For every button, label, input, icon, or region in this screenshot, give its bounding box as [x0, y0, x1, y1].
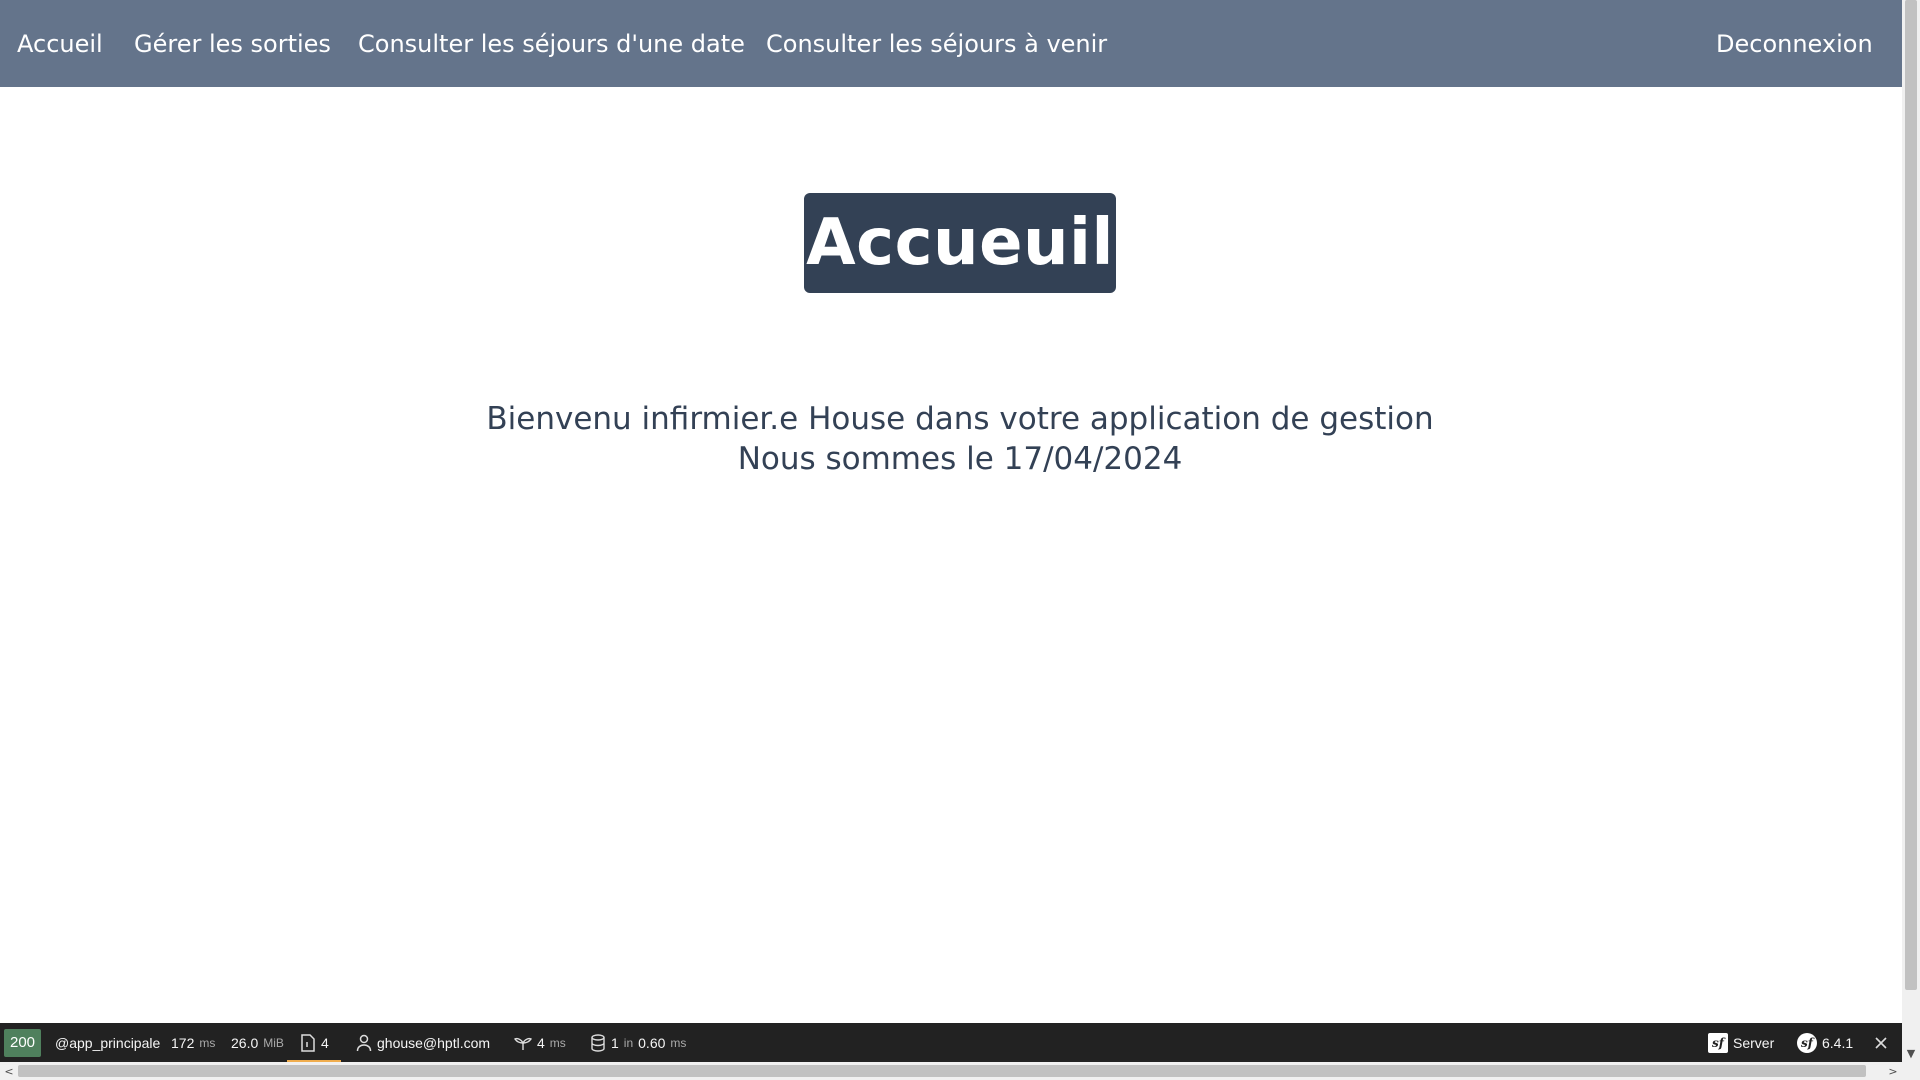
database-icon	[590, 1033, 606, 1052]
top-navbar: Accueil Gérer les sorties Consulter les …	[0, 0, 1902, 87]
nav-link-sejours-a-venir[interactable]: Consulter les séjours à venir	[766, 28, 1107, 60]
route-name: @app_principale	[55, 1034, 161, 1051]
welcome-line-greeting: Bienvenu infirmier.e House dans votre ap…	[486, 401, 1434, 437]
events-unit: ms	[549, 1035, 566, 1050]
nav-link-gerer-sorties[interactable]: Gérer les sorties	[134, 28, 331, 60]
db-time: 0.60	[638, 1034, 666, 1051]
time-unit: ms	[199, 1035, 216, 1050]
user-email: ghouse@hptl.com	[377, 1034, 491, 1051]
time-item[interactable]: 172 ms	[171, 1023, 215, 1062]
horizontal-scrollbar[interactable]: < >	[0, 1062, 1920, 1080]
toolbar-close-button[interactable]	[1874, 1023, 1888, 1062]
page-title: Accueuil	[804, 193, 1116, 293]
db-query-count: 1	[611, 1034, 619, 1051]
scroll-right-arrow-icon[interactable]: >	[1884, 1062, 1902, 1080]
symfony-version-item[interactable]: sf 6.4.1	[1797, 1023, 1853, 1062]
status-code-badge[interactable]: 200	[4, 1023, 42, 1062]
symfony-server-icon: sf	[1708, 1032, 1728, 1053]
server-item[interactable]: sf Server	[1708, 1023, 1774, 1062]
memory-item[interactable]: 26.0 MiB	[231, 1023, 284, 1062]
user-item[interactable]: ghouse@hptl.com	[356, 1023, 490, 1062]
time-value: 172	[171, 1034, 195, 1051]
horizontal-scrollbar-thumb[interactable]	[18, 1065, 1866, 1077]
server-label: Server	[1733, 1034, 1775, 1051]
nav-link-accueil[interactable]: Accueil	[17, 28, 103, 60]
scroll-down-arrow-icon[interactable]: ▼	[1902, 1044, 1920, 1062]
main-content: Accueuil Bienvenu infirmier.e House dans…	[0, 87, 1902, 1023]
db-in-label: in	[623, 1035, 634, 1050]
db-unit: ms	[670, 1035, 687, 1050]
user-icon	[356, 1034, 372, 1052]
welcome-message: Bienvenu infirmier.e House dans votre ap…	[0, 399, 1920, 479]
welcome-line-date: Nous sommes le 17/04/2024	[737, 441, 1183, 477]
close-icon	[1874, 1036, 1888, 1050]
events-item[interactable]: 4 ms	[514, 1023, 566, 1062]
symfony-debug-toolbar: 200 @app_principale 172 ms 26.0 MiB 4 gh…	[0, 1023, 1902, 1062]
events-value: 4	[537, 1034, 545, 1051]
memory-value: 26.0	[231, 1034, 259, 1051]
database-item[interactable]: 1 in 0.60 ms	[590, 1023, 686, 1062]
events-icon	[514, 1035, 532, 1051]
scroll-left-arrow-icon[interactable]: <	[0, 1062, 18, 1080]
nav-link-sejours-date[interactable]: Consulter les séjours d'une date	[358, 28, 745, 60]
vertical-scrollbar[interactable]: ▼	[1902, 0, 1920, 1062]
template-icon	[300, 1033, 316, 1052]
symfony-logo-icon: sf	[1797, 1032, 1817, 1053]
memory-unit: MiB	[263, 1035, 284, 1050]
route-item[interactable]: @app_principale	[55, 1023, 160, 1062]
vertical-scrollbar-thumb[interactable]	[1905, 0, 1917, 990]
logout-link[interactable]: Deconnexion	[1716, 28, 1873, 60]
templates-count: 4	[321, 1034, 329, 1051]
symfony-version: 6.4.1	[1822, 1034, 1854, 1051]
status-code: 200	[4, 1028, 42, 1057]
templates-item[interactable]: 4	[300, 1023, 329, 1062]
